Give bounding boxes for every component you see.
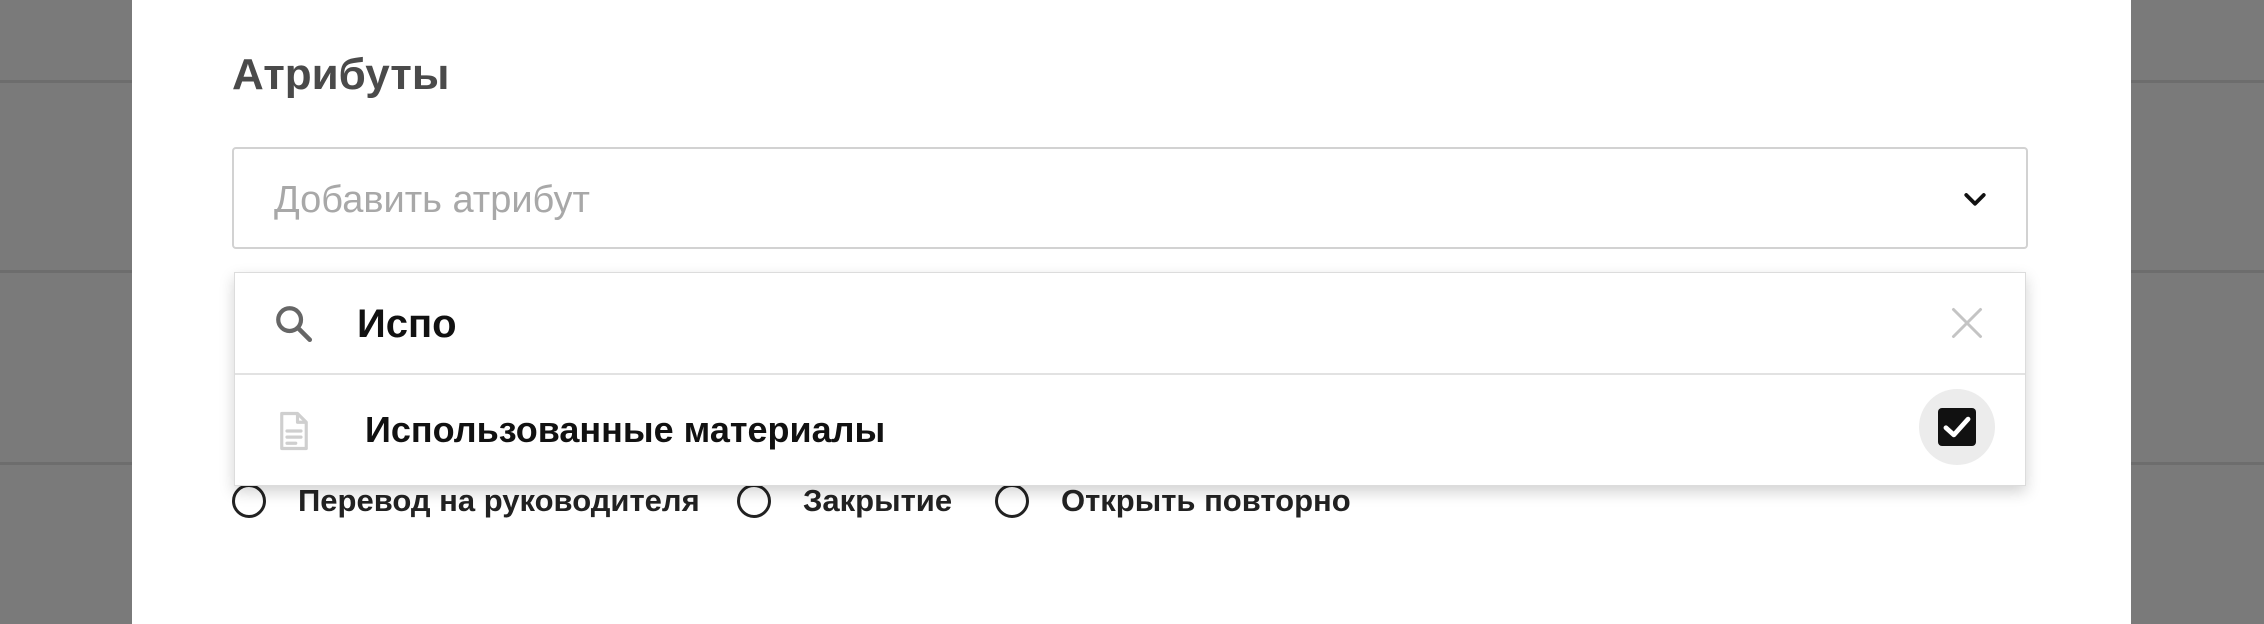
backdrop-line: [0, 462, 132, 465]
attribute-search-input[interactable]: [357, 295, 1857, 353]
check-icon: [1943, 416, 1971, 438]
backdrop-line: [2131, 80, 2264, 83]
option-label: Использованные материалы: [365, 409, 886, 450]
radio-label: Закрытие: [803, 483, 953, 518]
chevron-down-icon: [1964, 193, 1986, 206]
radio-circle[interactable]: [232, 484, 266, 518]
search-icon: [276, 306, 313, 343]
radio-option-closing[interactable]: Закрытие: [737, 480, 952, 522]
attribute-dropdown: Использованные материалы: [234, 272, 2026, 486]
dropdown-search-bar: [235, 273, 2025, 375]
modal-dialog: Атрибуты Добавить атрибут Перевод на рук…: [132, 0, 2131, 624]
radio-option-reopen[interactable]: Открыть повторно: [995, 480, 1351, 522]
backdrop-line: [2131, 270, 2264, 273]
document-icon: [280, 411, 308, 451]
backdrop-line: [0, 80, 132, 83]
option-checkbox[interactable]: [1938, 408, 1976, 446]
radio-label: Открыть повторно: [1061, 483, 1351, 518]
backdrop-line: [2131, 462, 2264, 465]
radio-circle[interactable]: [995, 484, 1029, 518]
radio-option-transfer-to-manager[interactable]: Перевод на руководителя: [232, 480, 700, 522]
add-attribute-select[interactable]: Добавить атрибут: [232, 147, 2028, 249]
checkbox-hover-halo: [1919, 389, 1995, 465]
close-icon[interactable]: [1949, 305, 1985, 341]
radio-label: Перевод на руководителя: [298, 483, 700, 518]
add-attribute-placeholder: Добавить атрибут: [274, 179, 590, 221]
dropdown-option[interactable]: Использованные материалы: [235, 375, 2025, 485]
backdrop-line: [0, 270, 132, 273]
section-title: Атрибуты: [232, 50, 450, 99]
radio-circle[interactable]: [737, 484, 771, 518]
